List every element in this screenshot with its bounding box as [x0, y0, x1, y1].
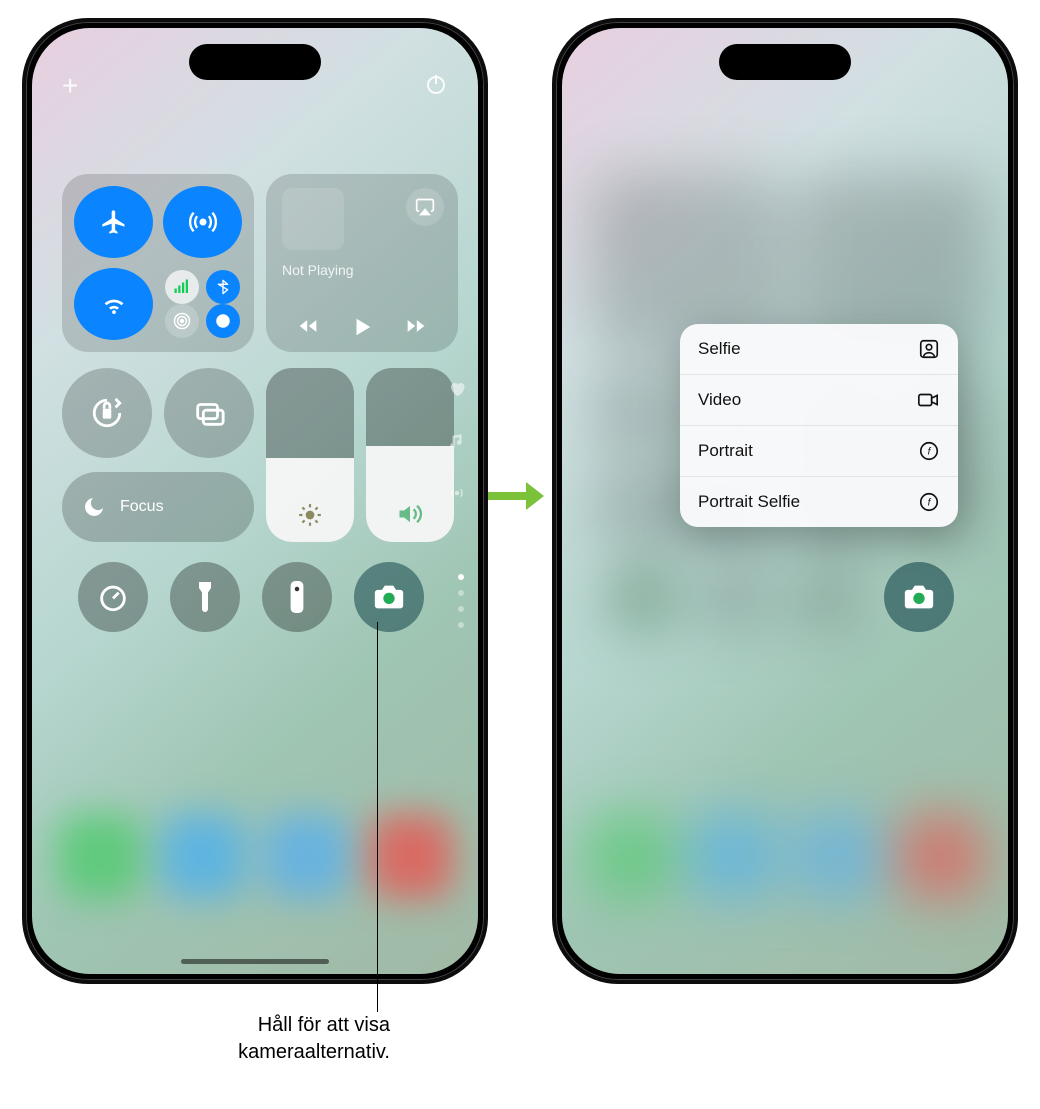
bluetooth-button[interactable]: [206, 270, 240, 304]
phone-frame-right: Selfie Video Portrait f Portrait Selfie …: [552, 18, 1018, 984]
menu-item-portrait[interactable]: Portrait f: [680, 426, 958, 477]
play-button[interactable]: [351, 316, 373, 338]
airplane-mode-button[interactable]: [74, 186, 153, 258]
page-dot: [458, 606, 464, 612]
dynamic-island: [189, 44, 321, 80]
airplane-icon: [100, 208, 128, 236]
rotation-lock-button[interactable]: [62, 368, 152, 458]
menu-item-label: Selfie: [698, 339, 741, 359]
camera-icon: [902, 580, 936, 614]
camera-button[interactable]: [884, 562, 954, 632]
aperture-f-icon: f: [918, 440, 940, 462]
brightness-slider[interactable]: [266, 368, 354, 542]
video-icon: [916, 389, 940, 411]
home-indicator: [181, 959, 329, 964]
dynamic-island: [719, 44, 851, 80]
side-button-action: [22, 142, 26, 176]
satellite-button[interactable]: [206, 304, 240, 338]
dock-blur: [562, 814, 1008, 934]
timer-icon: [96, 580, 130, 614]
phone-frame-left: +: [22, 18, 488, 984]
remote-icon: [289, 579, 305, 615]
callout-line1: Håll för att visa: [258, 1014, 390, 1036]
media-playback-group[interactable]: Not Playing: [266, 174, 458, 352]
wifi-button[interactable]: [74, 268, 153, 340]
arrow-icon: [484, 476, 544, 516]
remote-button[interactable]: [262, 562, 332, 632]
page-dot: [458, 622, 464, 628]
menu-item-label: Portrait: [698, 441, 753, 461]
menu-item-label: Portrait Selfie: [698, 492, 800, 512]
menu-item-label: Video: [698, 390, 741, 410]
brightness-fill: [266, 458, 354, 542]
rewind-button[interactable]: [295, 316, 321, 336]
wifi-icon: [99, 289, 129, 319]
menu-item-video[interactable]: Video: [680, 375, 958, 426]
cellular-button[interactable]: [165, 270, 199, 304]
focus-button[interactable]: Focus: [62, 472, 254, 542]
menu-item-portrait-selfie[interactable]: Portrait Selfie f: [680, 477, 958, 527]
callout-leader-line: [377, 622, 378, 1012]
page-indicator: [458, 574, 464, 628]
camera-button[interactable]: [354, 562, 424, 632]
svg-text:f: f: [928, 447, 932, 458]
aperture-f-icon: f: [918, 491, 940, 513]
camera-options-menu: Selfie Video Portrait f Portrait Selfie …: [680, 324, 958, 527]
airplay-icon: [415, 197, 435, 217]
speaker-icon: [396, 500, 424, 528]
callout-text: Håll för att visa kameraalternativ.: [130, 1012, 390, 1066]
volume-slider[interactable]: [366, 368, 454, 542]
side-button-vol-up: [552, 202, 556, 262]
cellular-icon: [173, 278, 191, 296]
media-artwork: [282, 188, 344, 250]
music-icon: [448, 432, 466, 450]
side-button-vol-down: [22, 277, 26, 337]
camera-icon: [372, 580, 406, 614]
forward-button[interactable]: [403, 316, 429, 336]
globe-icon: [214, 312, 232, 330]
moon-icon: [82, 495, 106, 519]
connectivity-group[interactable]: [62, 174, 254, 352]
menu-item-selfie[interactable]: Selfie: [680, 324, 958, 375]
screen-left: +: [32, 28, 478, 974]
media-title: Not Playing: [282, 262, 442, 278]
person-square-icon: [918, 338, 940, 360]
screen-right: Selfie Video Portrait f Portrait Selfie …: [562, 28, 1008, 974]
bluetooth-icon: [215, 279, 231, 295]
hotspot-icon: [173, 312, 191, 330]
rotation-lock-icon: [90, 396, 124, 430]
airplay-button[interactable]: [406, 188, 444, 226]
timer-button[interactable]: [78, 562, 148, 632]
airdrop-button[interactable]: [163, 186, 242, 258]
screen-mirror-button[interactable]: [164, 368, 254, 458]
page-dot: [458, 574, 464, 580]
side-button-action: [552, 142, 556, 176]
hotspot-button[interactable]: [165, 304, 199, 338]
side-button-power: [484, 242, 488, 342]
antenna-icon: [448, 484, 466, 502]
callout-line2: kameraalternativ.: [238, 1041, 390, 1063]
media-controls: [266, 316, 458, 338]
flashlight-button[interactable]: [170, 562, 240, 632]
sun-icon: [297, 502, 323, 528]
power-icon[interactable]: [424, 72, 448, 96]
side-button-vol-down: [552, 277, 556, 337]
add-control-button[interactable]: +: [62, 70, 78, 102]
screen-mirror-icon: [192, 396, 226, 430]
dock-blur: [32, 814, 478, 934]
airdrop-icon: [189, 208, 217, 236]
side-button-vol-up: [22, 202, 26, 262]
side-button-power: [1014, 242, 1018, 342]
svg-text:f: f: [928, 498, 932, 509]
heart-icon: [448, 380, 466, 398]
connectivity-subgroup[interactable]: [163, 268, 242, 340]
page-side-icons: [448, 380, 466, 502]
focus-label: Focus: [120, 498, 164, 516]
page-dot: [458, 590, 464, 596]
flashlight-icon: [196, 579, 214, 615]
